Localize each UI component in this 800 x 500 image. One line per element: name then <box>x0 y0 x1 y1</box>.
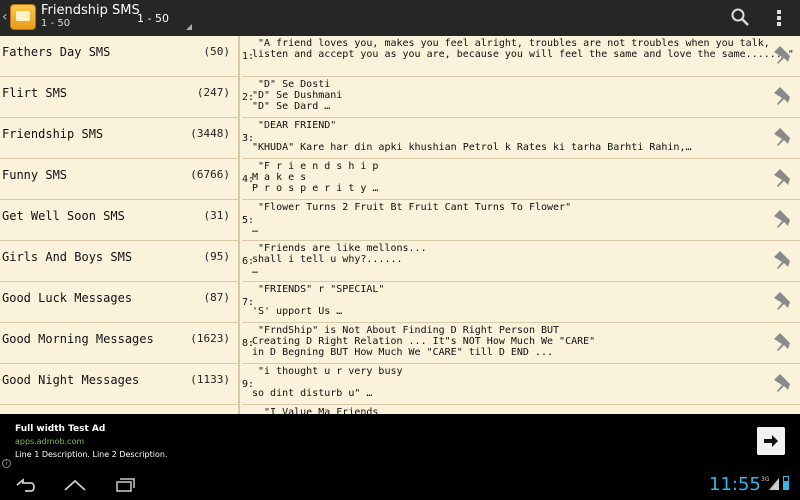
category-count: (6766) <box>190 168 230 181</box>
category-item[interactable]: Friendship SMS (3448) <box>0 118 238 159</box>
message-line: shall i tell u why?...... <box>252 254 403 265</box>
message-item[interactable]: 3: "DEAR FRIEND" "KHUDA" Kare har din apk… <box>242 118 800 159</box>
category-name: Friendship SMS <box>2 127 104 141</box>
category-item[interactable]: Good Luck Messages (87) <box>0 282 238 323</box>
category-count: (1133) <box>190 373 230 386</box>
message-line: "Flower Turns 2 Fruit Bt Fruit Cant Turn… <box>252 202 572 213</box>
app-subtitle: 1 - 50 <box>41 18 71 29</box>
message-line: P r o s p e r i t y … <box>252 183 379 194</box>
category-item[interactable]: Funny SMS (6766) <box>0 159 238 200</box>
message-line: so dint disturb u" … <box>252 388 373 399</box>
message-item[interactable]: 6: "Friends are like mellons... shall i t… <box>242 241 800 282</box>
message-line: "i thought u r very busy <box>252 366 403 377</box>
category-list: Fathers Day SMS (50) Flirt SMS (247) Friends… <box>0 36 240 414</box>
ad-title: Full width Test Ad <box>15 424 106 434</box>
app-title: Friendship SMS <box>41 3 140 18</box>
message-line: "DEAR FRIEND" <box>252 120 337 131</box>
category-name: Girls And Boys SMS <box>2 250 133 264</box>
category-item[interactable]: Good Night Messages (1133) <box>0 364 238 405</box>
message-list: 1: "A friend loves you, makes you feel a… <box>242 36 800 414</box>
pin-icon[interactable] <box>772 167 792 187</box>
category-name: Get Well Soon SMS <box>2 209 125 223</box>
message-line: "A friend loves you, makes you feel alri… <box>252 38 770 49</box>
category-count: (95) <box>203 250 231 263</box>
message-item[interactable]: 7: "FRIENDS" r "SPECIAL" 'S' upport Us … <box>242 282 800 323</box>
pin-icon[interactable] <box>772 208 792 228</box>
message-line: "FrndShip" is Not About Finding D Right … <box>252 325 560 336</box>
message-line: "D" Se Dosti <box>252 79 331 90</box>
action-bar: ‹ Friendship SMS 1 - 50 1 - 50 <box>0 0 800 36</box>
category-name: Fathers Day SMS <box>2 45 111 59</box>
message-line: in D Begning BUT How Much We "CARE" till… <box>252 347 554 358</box>
pin-icon[interactable] <box>772 126 792 146</box>
message-line: 'S' upport Us … <box>252 306 343 317</box>
category-count: (50) <box>203 45 231 58</box>
message-line: "F r i e n d s h i p <box>252 161 379 172</box>
category-item[interactable]: Girls And Boys SMS (95) <box>0 241 238 282</box>
category-name: Flirt SMS <box>2 86 68 100</box>
overflow-menu-icon[interactable] <box>776 10 782 26</box>
ad-arrow-button[interactable] <box>757 427 785 455</box>
range-spinner[interactable]: 1 - 50 <box>137 12 169 25</box>
pin-icon[interactable] <box>772 290 792 310</box>
category-count: (1623) <box>190 332 230 345</box>
message-item[interactable]: 4: "F r i e n d s h i pM a k e sP r o s … <box>242 159 800 200</box>
message-line: "FRIENDS" r "SPECIAL" <box>252 284 385 295</box>
category-count: (3448) <box>190 127 230 140</box>
message-item[interactable]: 2: "D" Se Dosti "D" Se Dushmani "D" Se Dar… <box>242 77 800 118</box>
message-line: M a k e s <box>252 172 307 183</box>
ad-url[interactable]: apps.admob.com <box>15 437 84 446</box>
message-item[interactable]: "I Value Ma Friends <box>242 405 800 414</box>
category-name: Good Morning Messages <box>2 332 154 346</box>
message-line: Creating D Right Relation ... It"s NOT H… <box>252 336 596 347</box>
category-item[interactable]: Fathers Day SMS (50) <box>0 36 238 77</box>
category-name: Good Night Messages <box>2 373 140 387</box>
navigation-bar: 11:55 3G <box>0 470 800 500</box>
pin-icon[interactable] <box>772 85 792 105</box>
home-nav-icon[interactable] <box>62 476 88 494</box>
message-line: "KHUDA" Kare har din apki khushian Petro… <box>252 142 692 153</box>
search-icon[interactable] <box>731 8 749 26</box>
recents-nav-icon[interactable] <box>112 476 138 494</box>
signal-icon <box>769 478 779 490</box>
category-item[interactable]: Good Morning Messages (1623) <box>0 323 238 364</box>
message-line: "Friends are like mellons... <box>252 243 427 254</box>
content-area: Fathers Day SMS (50) Flirt SMS (247) Friends… <box>0 36 800 414</box>
app-logo-icon[interactable] <box>10 4 36 30</box>
back-nav-icon[interactable] <box>13 476 39 494</box>
pin-icon[interactable] <box>772 44 792 64</box>
ad-banner[interactable]: Full width Test Ad apps.admob.com Line 1… <box>0 414 800 470</box>
ad-info-icon[interactable]: i <box>2 459 11 468</box>
back-chevron-icon[interactable]: ‹ <box>2 9 8 25</box>
message-line: … <box>252 224 259 235</box>
category-item[interactable] <box>0 405 238 414</box>
message-line: "D" Se Dard … <box>252 101 331 112</box>
message-item[interactable]: 8: "FrndShip" is Not About Finding D Rig… <box>242 323 800 364</box>
pin-icon[interactable] <box>772 331 792 351</box>
clock: 11:55 <box>709 474 761 495</box>
message-line: … <box>252 265 259 276</box>
category-name: Good Luck Messages <box>2 291 133 305</box>
message-line: "D" Se Dushmani <box>252 90 343 101</box>
category-item[interactable]: Flirt SMS (247) <box>0 77 238 118</box>
message-line: "I Value Ma Friends <box>252 407 379 414</box>
category-name: Funny SMS <box>2 168 68 182</box>
message-line: listen and accept you as you are, becaus… <box>252 49 794 60</box>
message-item[interactable]: 9: "i thought u r very busy so dint distu… <box>242 364 800 405</box>
message-item[interactable]: 5: "Flower Turns 2 Fruit Bt Fruit Cant T… <box>242 200 800 241</box>
category-count: (247) <box>196 86 230 99</box>
pin-icon[interactable] <box>772 249 792 269</box>
category-item[interactable]: Get Well Soon SMS (31) <box>0 200 238 241</box>
category-count: (87) <box>203 291 231 304</box>
spinner-triangle-icon <box>186 24 192 30</box>
message-item[interactable]: 1: "A friend loves you, makes you feel a… <box>242 36 800 77</box>
pin-icon[interactable] <box>772 372 792 392</box>
category-count: (31) <box>203 209 231 222</box>
battery-icon <box>783 476 789 490</box>
ad-description: Line 1 Description. Line 2 Description. <box>15 450 168 459</box>
